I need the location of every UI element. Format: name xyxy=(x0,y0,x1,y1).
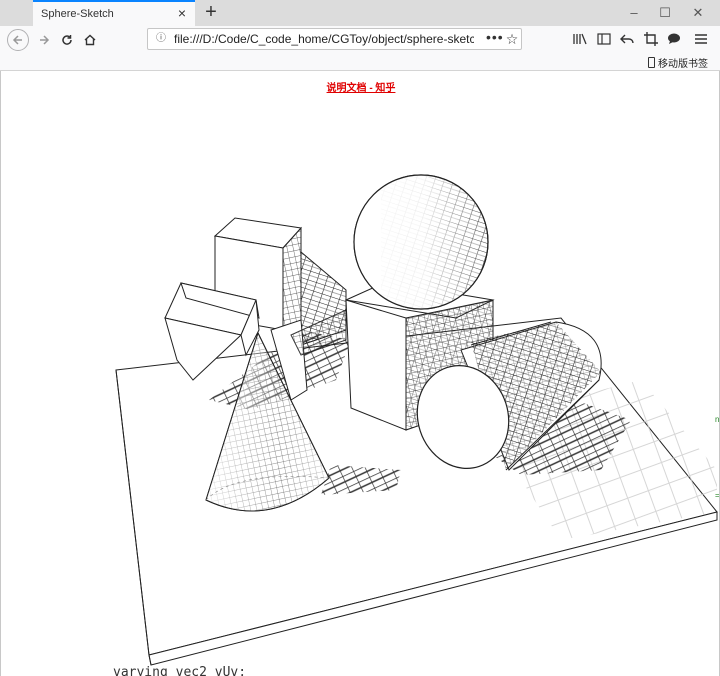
code-text: varying vec2 vUv; xyxy=(113,665,247,676)
menu-icon[interactable] xyxy=(693,31,709,47)
bookmarks-bar: 移动版书签 xyxy=(0,54,720,71)
window-close-icon[interactable]: ✕ xyxy=(690,5,706,21)
sidebar-icon[interactable] xyxy=(596,31,612,47)
new-tab-button[interactable]: + xyxy=(201,2,221,22)
mobile-bookmarks-label: 移动版书签 xyxy=(658,59,708,70)
sketch-scene-canvas[interactable] xyxy=(1,71,720,676)
edge-marker: n xyxy=(715,415,720,424)
mobile-bookmarks-button[interactable]: 移动版书签 xyxy=(648,55,708,70)
url-text[interactable]: file:///D:/Code/C_code_home/CGToy/object… xyxy=(174,32,474,46)
edge-marker: = xyxy=(715,491,720,500)
library-icon[interactable] xyxy=(572,31,588,47)
tab-sphere-sketch[interactable]: Sphere-Sketch × xyxy=(33,0,195,26)
close-icon[interactable]: × xyxy=(175,6,189,20)
crop-icon[interactable] xyxy=(643,31,659,47)
page-actions-icon[interactable]: ••• xyxy=(486,29,504,45)
back-icon[interactable] xyxy=(7,29,29,51)
address-bar[interactable]: ⓘ file:///D:/Code/C_code_home/CGToy/obje… xyxy=(147,28,522,50)
info-icon[interactable]: ⓘ xyxy=(154,32,168,46)
navigation-bar: ⓘ file:///D:/Code/C_code_home/CGToy/obje… xyxy=(0,26,720,54)
reload-icon[interactable] xyxy=(56,29,78,51)
phone-icon xyxy=(648,57,655,68)
maximize-icon[interactable]: ☐ xyxy=(657,5,673,21)
forward-icon[interactable] xyxy=(33,29,55,51)
minimize-icon[interactable]: – xyxy=(626,5,642,21)
chat-icon[interactable] xyxy=(666,31,682,47)
page-content: 说明文档 - 知乎 varying vec2 vUv; n = xyxy=(0,71,720,676)
bookmark-star-icon[interactable]: ☆ xyxy=(504,31,520,47)
home-icon[interactable] xyxy=(79,29,101,51)
undo-arrow-icon[interactable] xyxy=(619,31,635,47)
tab-bar: Sphere-Sketch × + – ☐ ✕ xyxy=(0,0,720,26)
tab-title: Sphere-Sketch xyxy=(41,8,114,20)
